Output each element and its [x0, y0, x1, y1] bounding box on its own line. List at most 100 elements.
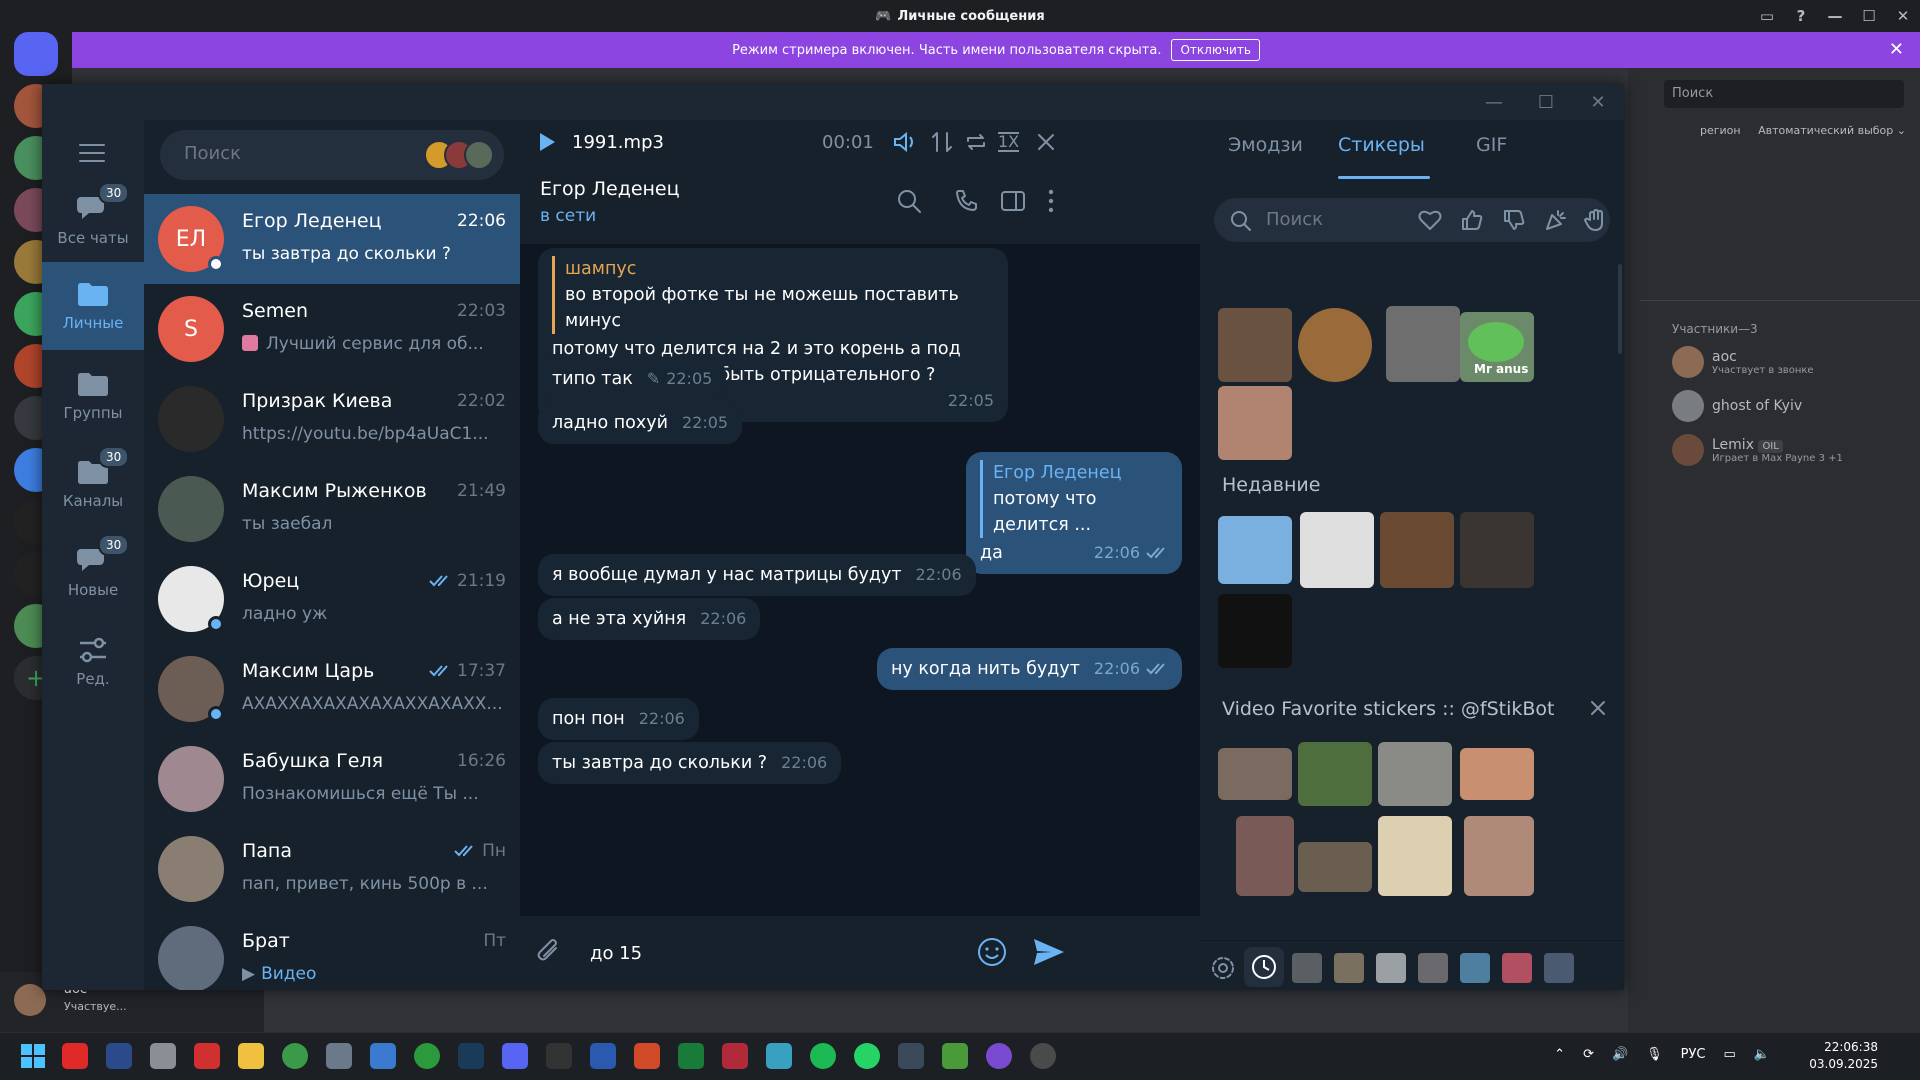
xbox-icon[interactable]: [414, 1043, 440, 1069]
incoming-message[interactable]: а не эта хуйня 22:06: [538, 598, 761, 640]
discord-home-button[interactable]: [14, 32, 58, 76]
search-icon[interactable]: [896, 188, 922, 214]
region-selector[interactable]: регион Автоматический выбор ⌄: [1700, 124, 1906, 137]
party-icon[interactable]: [1544, 208, 1568, 232]
app-icon[interactable]: [766, 1043, 792, 1069]
access-icon[interactable]: [722, 1043, 748, 1069]
more-icon[interactable]: [1046, 188, 1056, 214]
close-icon[interactable]: [1590, 700, 1606, 716]
store-icon[interactable]: [370, 1043, 396, 1069]
sticker[interactable]: [1298, 308, 1372, 382]
close-icon[interactable]: [1036, 132, 1056, 152]
incoming-message[interactable]: типо так ✎ 22:05: [538, 358, 727, 400]
sticker[interactable]: [1218, 594, 1292, 668]
spotify-icon[interactable]: [810, 1043, 836, 1069]
excel-icon[interactable]: [678, 1043, 704, 1069]
emoji-icon[interactable]: [976, 936, 1008, 968]
play-icon[interactable]: [538, 132, 556, 152]
reply-quote[interactable]: Егор Леденец потому что делится ...: [980, 460, 1168, 538]
chat-item[interactable]: Юрец 21:19 ладно уж: [144, 554, 520, 644]
app-icon[interactable]: [194, 1043, 220, 1069]
chat-item[interactable]: Максим Рыженков 21:49 ты заебал: [144, 464, 520, 554]
sticker-pack-icon[interactable]: [1292, 953, 1322, 983]
attach-icon[interactable]: [536, 938, 564, 968]
sticker[interactable]: [1460, 748, 1534, 800]
app-icon[interactable]: [62, 1043, 88, 1069]
mic-icon[interactable]: 🎙: [1646, 1047, 1663, 1062]
wave-hand-icon[interactable]: [1584, 208, 1608, 232]
sticker[interactable]: [1378, 816, 1452, 896]
nav-item[interactable]: Группы: [42, 352, 144, 440]
member-item[interactable]: Lemix OIL Играет в Max Payne 3 +1: [1672, 434, 1843, 466]
sticker[interactable]: [1298, 742, 1372, 806]
thumbs-down-icon[interactable]: [1502, 208, 1526, 232]
chat-title[interactable]: Егор Леденец: [540, 178, 680, 200]
chrome-icon[interactable]: [282, 1043, 308, 1069]
volume-icon[interactable]: 🔈: [1754, 1047, 1770, 1062]
minimize-button[interactable]: —: [1818, 0, 1852, 32]
tab-gif[interactable]: GIF: [1476, 134, 1507, 156]
sticker-search-input[interactable]: Поиск: [1214, 198, 1610, 242]
sticker-pack-icon[interactable]: [1460, 953, 1490, 983]
nav-item[interactable]: Личные: [42, 262, 144, 350]
sticker[interactable]: [1218, 516, 1292, 584]
help-icon[interactable]: ?: [1784, 0, 1818, 32]
telegram-taskbar-icon[interactable]: [898, 1043, 924, 1069]
discord-search-input[interactable]: Поиск: [1664, 80, 1904, 108]
disable-streamer-button[interactable]: Отключить: [1171, 39, 1260, 61]
steam-icon[interactable]: [458, 1043, 484, 1069]
sync-icon[interactable]: ⟳: [1583, 1047, 1594, 1062]
sticker[interactable]: [1236, 816, 1294, 896]
maximize-button[interactable]: ☐: [1520, 84, 1572, 120]
sidebar-toggle-icon[interactable]: [1000, 188, 1026, 214]
member-item[interactable]: ghost of Kyiv: [1672, 390, 1802, 422]
discord-app-icon[interactable]: [502, 1043, 528, 1069]
nav-item[interactable]: Каналы 30: [42, 440, 144, 528]
sticker[interactable]: [1300, 512, 1374, 588]
sticker[interactable]: [1464, 816, 1534, 896]
sticker-pack-icon[interactable]: [1376, 953, 1406, 983]
chat-item[interactable]: S Semen 22:03 Лучший сервис для об...: [144, 284, 520, 374]
maximize-button[interactable]: ☐: [1852, 0, 1886, 32]
incoming-message[interactable]: я вообще думал у нас матрицы будут 22:06: [538, 554, 976, 596]
clock[interactable]: 22:06:38 03.09.2025: [1809, 1039, 1878, 1073]
display-icon[interactable]: ▭: [1724, 1047, 1736, 1062]
nav-item[interactable]: Все чаты 30: [42, 176, 144, 264]
speaker-icon[interactable]: 🔊: [1612, 1047, 1628, 1062]
incoming-message[interactable]: пон пон 22:06: [538, 698, 699, 740]
repeat-icon[interactable]: [964, 130, 988, 154]
sticker[interactable]: [1380, 512, 1454, 588]
reply-quote[interactable]: шампус во второй фотке ты не можешь поста…: [552, 256, 994, 334]
thumbs-up-icon[interactable]: [1460, 208, 1484, 232]
sticker[interactable]: [1218, 386, 1292, 460]
epic-games-icon[interactable]: [546, 1043, 572, 1069]
utorrent-icon[interactable]: [942, 1043, 968, 1069]
sticker[interactable]: [1460, 512, 1534, 588]
chat-item[interactable]: Папа Пн пап, привет, кинь 500р в ...: [144, 824, 520, 914]
member-item[interactable]: aoc Участвует в звонке: [1672, 346, 1814, 378]
word-icon[interactable]: [590, 1043, 616, 1069]
chat-item[interactable]: Призрак Киева 22:02 https://youtu.be/bp4aU…: [144, 374, 520, 464]
story-avatars[interactable]: [424, 140, 494, 170]
app-icon[interactable]: [986, 1043, 1012, 1069]
powerpoint-icon[interactable]: [634, 1043, 660, 1069]
track-name[interactable]: 1991.mp3: [572, 132, 664, 153]
close-icon[interactable]: ✕: [1889, 39, 1904, 60]
close-button[interactable]: ✕: [1886, 0, 1920, 32]
sticker[interactable]: [1218, 748, 1292, 800]
speed-button[interactable]: 1X: [998, 132, 1020, 152]
sticker[interactable]: [1218, 308, 1292, 382]
minimize-button[interactable]: —: [1468, 84, 1520, 120]
chat-item[interactable]: Бабушка Геля 16:26 Познакомишься ещё Ты ..…: [144, 734, 520, 824]
settings-icon[interactable]: [1210, 955, 1236, 981]
app-icon[interactable]: [1030, 1043, 1056, 1069]
chat-item[interactable]: Брат Пт ▶ Видео: [144, 914, 520, 990]
chat-search-input[interactable]: Поиск: [160, 130, 504, 180]
language-indicator[interactable]: РУС: [1681, 1047, 1706, 1062]
windows-start-icon[interactable]: [20, 1043, 46, 1069]
sticker[interactable]: [1386, 306, 1460, 382]
sticker[interactable]: [1378, 742, 1452, 806]
sticker-pack-icon[interactable]: [1418, 953, 1448, 983]
inbox-icon[interactable]: ▭: [1750, 0, 1784, 32]
tab-emoji[interactable]: Эмодзи: [1228, 134, 1303, 156]
